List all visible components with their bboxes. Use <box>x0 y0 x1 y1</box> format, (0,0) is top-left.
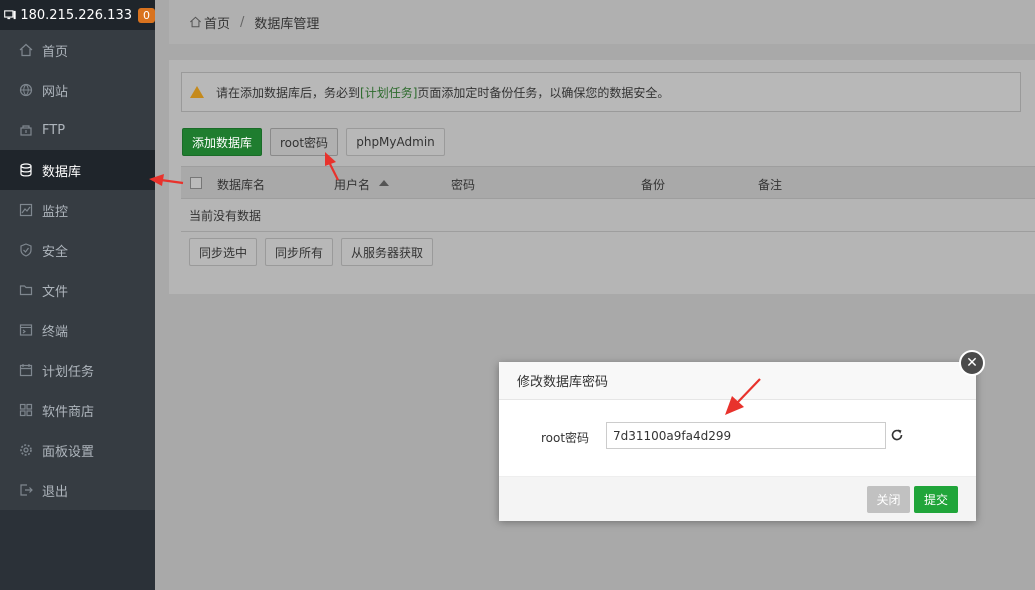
root-password-label: root密码 <box>541 431 590 445</box>
alert-text-prefix: 请在添加数据库后，务必到 <box>216 85 361 100</box>
database-panel: 请在添加数据库后，务必到 [计划任务] 页面添加定时备份任务，以确保您的数据安全… <box>169 60 1035 294</box>
alert-text-suffix: 页面添加定时备份任务，以确保您的数据安全。 <box>417 85 670 100</box>
database-icon <box>18 162 34 178</box>
sidebar-item-security[interactable]: 安全 <box>0 230 155 270</box>
column-db-name[interactable]: 数据库名 <box>217 176 265 193</box>
home-icon <box>190 16 201 28</box>
select-all-checkbox[interactable] <box>190 177 202 189</box>
sidebar-item-label: 网站 <box>42 84 69 100</box>
sidebar-item-label: 计划任务 <box>42 364 95 380</box>
sidebar-item-label: 面板设置 <box>42 444 95 460</box>
sidebar-item-label: 退出 <box>42 484 69 500</box>
sidebar-item-label: 终端 <box>42 324 69 340</box>
monitor-icon <box>18 202 34 218</box>
submit-button[interactable]: 提交 <box>914 486 958 513</box>
breadcrumb-separator: / <box>240 14 245 30</box>
breadcrumb-current: 数据库管理 <box>254 16 320 32</box>
column-password: 密码 <box>451 178 476 192</box>
sidebar-item-terminal[interactable]: 终端 <box>0 310 155 350</box>
root-password-button[interactable]: root密码 <box>270 128 338 156</box>
breadcrumb-home[interactable]: 首页 <box>204 13 230 32</box>
globe-icon <box>18 82 34 98</box>
server-header: 180.215.226.133 0 <box>0 0 155 30</box>
sidebar: 180.215.226.133 0 首页 网站 FTP 数据库 监控 安全 文件… <box>0 0 155 590</box>
sidebar-item-ftp[interactable]: FTP <box>0 110 155 150</box>
root-password-input[interactable] <box>606 422 886 449</box>
sidebar-item-label: 安全 <box>42 244 69 260</box>
warning-icon <box>190 86 204 98</box>
sidebar-item-home[interactable]: 首页 <box>0 30 155 70</box>
sidebar-item-label: FTP <box>42 122 66 138</box>
sidebar-item-cron[interactable]: 计划任务 <box>0 350 155 390</box>
sidebar-nav: 首页 网站 FTP 数据库 监控 安全 文件 终端 计划任务 软件商店 面板设置… <box>0 30 155 510</box>
sidebar-item-website[interactable]: 网站 <box>0 70 155 110</box>
sidebar-item-label: 监控 <box>42 204 69 220</box>
cron-task-link[interactable]: [计划任务] <box>360 84 417 101</box>
sidebar-item-files[interactable]: 文件 <box>0 270 155 310</box>
column-remark: 备注 <box>758 178 783 192</box>
phpmyadmin-button[interactable]: phpMyAdmin <box>346 128 445 156</box>
ftp-icon <box>18 122 34 138</box>
sort-asc-icon[interactable] <box>379 180 389 186</box>
sidebar-item-store[interactable]: 软件商店 <box>0 390 155 430</box>
server-ip: 180.215.226.133 <box>20 7 132 23</box>
close-button[interactable]: 关闭 <box>867 486 910 513</box>
modal-title: 修改数据库密码 <box>499 362 976 400</box>
sidebar-item-logout[interactable]: 退出 <box>0 470 155 510</box>
sidebar-item-label: 数据库 <box>42 164 82 180</box>
notification-badge[interactable]: 0 <box>138 7 155 23</box>
sync-all-button[interactable]: 同步所有 <box>265 238 333 266</box>
logout-icon <box>18 482 34 498</box>
close-icon[interactable]: ✕ <box>959 350 985 376</box>
sidebar-item-monitor[interactable]: 监控 <box>0 190 155 230</box>
sidebar-item-database[interactable]: 数据库 <box>0 150 155 190</box>
column-backup: 备份 <box>641 178 666 192</box>
table-header: 数据库名 用户名 密码 备份 备注 <box>181 166 1035 199</box>
sync-selected-button[interactable]: 同步选中 <box>189 238 257 266</box>
change-password-modal: 修改数据库密码 ✕ root密码 关闭 提交 <box>499 350 985 521</box>
apps-icon <box>18 402 34 418</box>
terminal-icon <box>18 322 34 338</box>
breadcrumb: 首页 / 数据库管理 <box>169 0 1035 44</box>
empty-table-row: 当前没有数据 <box>181 199 1035 232</box>
sidebar-footer <box>0 510 155 590</box>
fetch-from-server-button[interactable]: 从服务器获取 <box>341 238 433 266</box>
sidebar-item-label: 文件 <box>42 284 69 300</box>
sidebar-item-label: 软件商店 <box>42 404 95 420</box>
folder-icon <box>18 282 34 298</box>
computer-icon <box>4 10 16 20</box>
calendar-icon <box>18 362 34 378</box>
modal-footer: 关闭 提交 <box>499 476 976 521</box>
column-username[interactable]: 用户名 <box>334 176 370 193</box>
home-icon <box>18 42 34 58</box>
sidebar-item-settings[interactable]: 面板设置 <box>0 430 155 470</box>
backup-warning-alert: 请在添加数据库后，务必到 [计划任务] 页面添加定时备份任务，以确保您的数据安全… <box>181 72 1021 112</box>
add-database-button[interactable]: 添加数据库 <box>182 128 262 156</box>
gear-icon <box>18 442 34 458</box>
shield-icon <box>18 242 34 258</box>
sidebar-item-label: 首页 <box>42 44 69 60</box>
refresh-icon[interactable] <box>890 428 904 442</box>
